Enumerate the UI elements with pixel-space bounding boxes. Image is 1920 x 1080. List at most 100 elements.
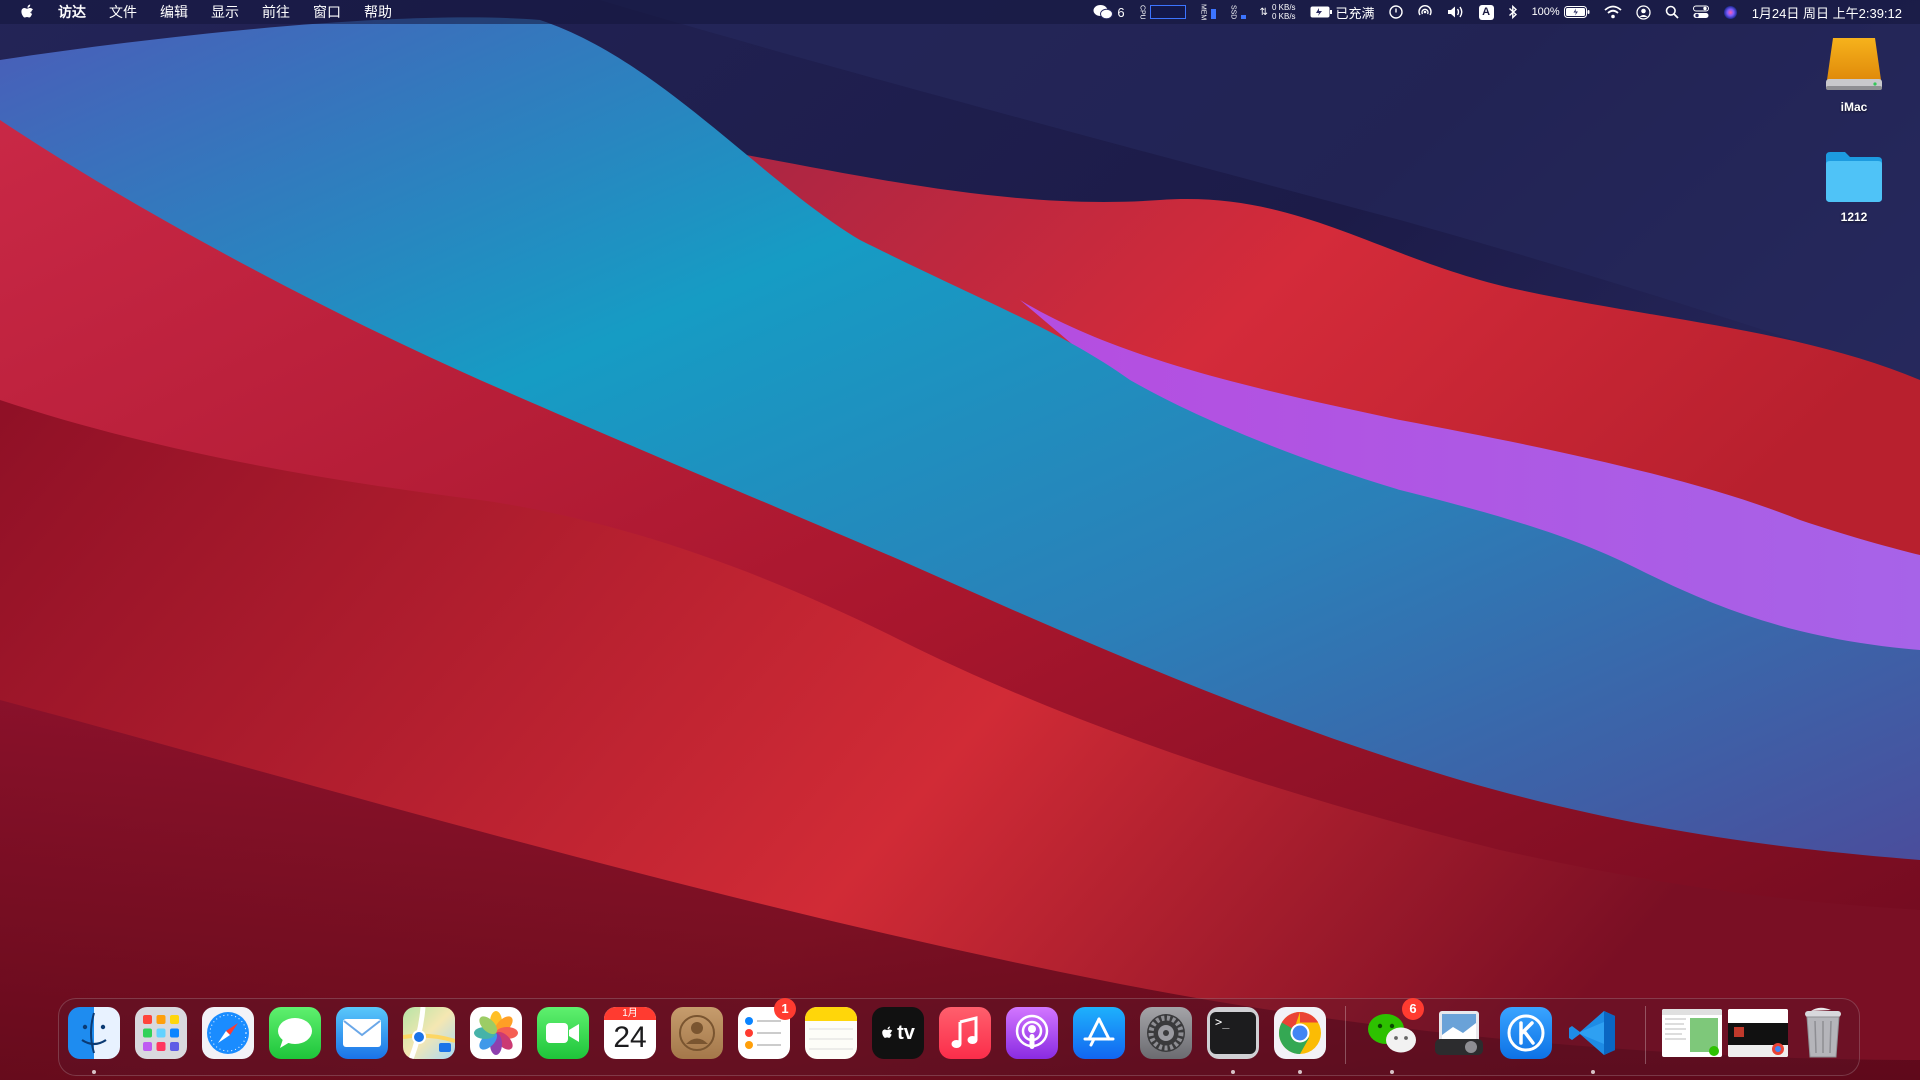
desktop-icon-label: 1212 (1840, 210, 1868, 224)
dock-app-maps[interactable] (403, 1007, 455, 1059)
apple-menu-icon[interactable] (20, 3, 38, 21)
dock-app-calendar[interactable]: 1月 24 (604, 1007, 656, 1059)
memory-bar-icon (1210, 5, 1216, 19)
calendar-day: 24 (613, 1021, 647, 1054)
preview-icon (1433, 1007, 1485, 1059)
dock-app-notes[interactable] (805, 1007, 857, 1059)
folder-icon (1826, 152, 1882, 202)
battery-status-item[interactable]: 已充满 (1310, 3, 1375, 22)
app-store-icon (1073, 1007, 1125, 1059)
tv-icon: tv (872, 1007, 924, 1059)
photos-icon (470, 1007, 522, 1059)
disk-bar-icon (1240, 5, 1246, 19)
wifi-icon[interactable] (1604, 5, 1622, 19)
messages-icon (269, 1007, 321, 1059)
desktop-wallpaper (0, 0, 1920, 1080)
battery-percent-item[interactable]: 100% (1532, 6, 1590, 18)
music-icon (939, 1007, 991, 1059)
safari-icon (202, 1007, 254, 1059)
menu-file[interactable]: 文件 (109, 2, 137, 22)
desktop-icon-imac-drive[interactable]: iMac (1809, 34, 1899, 114)
menu-bar-left: 访达 文件 编辑 显示 前往 窗口 帮助 (0, 0, 415, 24)
wechat-badge: 6 (1402, 998, 1424, 1020)
dock-trash[interactable] (1797, 1007, 1849, 1059)
dock-app-launchpad[interactable] (135, 1007, 187, 1059)
network-monitor[interactable]: ⇅ 0 KB/s 0 KB/s (1260, 3, 1296, 21)
cpu-graph (1149, 5, 1186, 19)
reminders-badge: 1 (774, 998, 796, 1020)
dock-separator (1345, 1006, 1346, 1064)
desktop-icon-folder-1212[interactable]: 1212 (1809, 150, 1899, 224)
notes-icon (805, 1007, 857, 1059)
dock-minimized-window-2[interactable] (1728, 1007, 1788, 1059)
finder-icon (68, 1007, 120, 1059)
input-source-icon: A (1478, 4, 1494, 20)
wechat-icon (1093, 5, 1114, 20)
menu-view[interactable]: 显示 (211, 2, 239, 22)
vscode-icon (1567, 1007, 1619, 1059)
dock-app-music[interactable] (939, 1007, 991, 1059)
network-upload-speed: 0 KB/s (1271, 3, 1296, 12)
menu-finder[interactable]: 访达 (58, 2, 86, 22)
dock-app-facetime[interactable] (537, 1007, 589, 1059)
dock-app-mail[interactable] (336, 1007, 388, 1059)
network-download-speed: 0 KB/s (1271, 12, 1296, 21)
dock-app-system-preferences[interactable] (1140, 1007, 1192, 1059)
clock-circle-status-icon[interactable] (1388, 5, 1403, 19)
running-indicator-terminal (1231, 1070, 1235, 1074)
dock-app-app-store[interactable] (1073, 1007, 1125, 1059)
contacts-icon (671, 1007, 723, 1059)
ssd-label-icon: S S D (1229, 5, 1237, 19)
dock-app-safari[interactable] (202, 1007, 254, 1059)
volume-icon[interactable] (1447, 5, 1465, 19)
trash-icon (1797, 1007, 1849, 1059)
dock-app-photos[interactable] (470, 1007, 522, 1059)
dock-app-vscode[interactable] (1567, 1007, 1619, 1059)
dock-app-messages[interactable] (269, 1007, 321, 1059)
dock-app-finder[interactable] (68, 1007, 120, 1059)
wechat-status-item[interactable]: 6 (1093, 4, 1125, 20)
battery-charged-icon (1310, 6, 1332, 18)
maps-icon (403, 1007, 455, 1059)
menu-bar: 访达 文件 编辑 显示 前往 窗口 帮助 6 C P U M E M S S D… (0, 0, 1920, 24)
desktop-icon-label: iMac (1840, 100, 1868, 114)
dock-app-kuaiji[interactable] (1500, 1007, 1552, 1059)
memory-monitor[interactable]: M E M (1199, 4, 1216, 20)
calendar-month: 1月 (604, 1007, 656, 1020)
mem-label-icon: M E M (1199, 4, 1207, 20)
gear-icon (1140, 1007, 1192, 1059)
dock-app-terminal[interactable]: >_ (1207, 1007, 1259, 1059)
dock-app-tv[interactable]: tv (872, 1007, 924, 1059)
dock-minimized-window-1[interactable] (1662, 1007, 1722, 1059)
airdrop-icon[interactable] (1417, 4, 1433, 20)
running-indicator-chrome (1298, 1070, 1302, 1074)
cpu-monitor[interactable]: C P U (1139, 5, 1186, 19)
dock-app-preview[interactable] (1433, 1007, 1485, 1059)
battery-icon (1563, 6, 1590, 18)
dock-app-contacts[interactable] (671, 1007, 723, 1059)
window-thumbnail-icon (1728, 1009, 1788, 1057)
menu-help[interactable]: 帮助 (364, 2, 392, 22)
terminal-icon: >_ (1207, 1007, 1259, 1059)
calendar-icon: 1月 24 (604, 1007, 656, 1059)
tv-label: tv (897, 1021, 915, 1044)
hard-drive-icon (1826, 38, 1882, 90)
menu-window[interactable]: 窗口 (313, 2, 341, 22)
menu-go[interactable]: 前往 (262, 2, 290, 22)
bluetooth-icon[interactable] (1508, 4, 1518, 20)
menu-edit[interactable]: 编辑 (160, 2, 188, 22)
disk-monitor[interactable]: S S D (1230, 5, 1246, 19)
dock-app-chrome[interactable] (1274, 1007, 1326, 1059)
dock-app-podcasts[interactable] (1006, 1007, 1058, 1059)
user-account-icon[interactable] (1636, 4, 1651, 20)
spotlight-search-icon[interactable] (1665, 5, 1679, 19)
siri-icon[interactable] (1723, 5, 1738, 20)
menu-bar-status-area: 6 C P U M E M S S D ⇅ 0 KB/s 0 KB/s 已充满 (1093, 0, 1902, 24)
dock-app-reminders[interactable]: 1 (738, 998, 796, 1059)
battery-state-text: 已充满 (1335, 5, 1375, 21)
menu-bar-clock[interactable]: 1月24日 周日 上午2:39:12 (1752, 3, 1902, 22)
launchpad-icon (135, 1007, 187, 1059)
dock-app-wechat[interactable]: 6 (1366, 998, 1424, 1059)
control-center-icon[interactable] (1692, 5, 1709, 19)
input-source-item[interactable]: A (1478, 4, 1494, 20)
